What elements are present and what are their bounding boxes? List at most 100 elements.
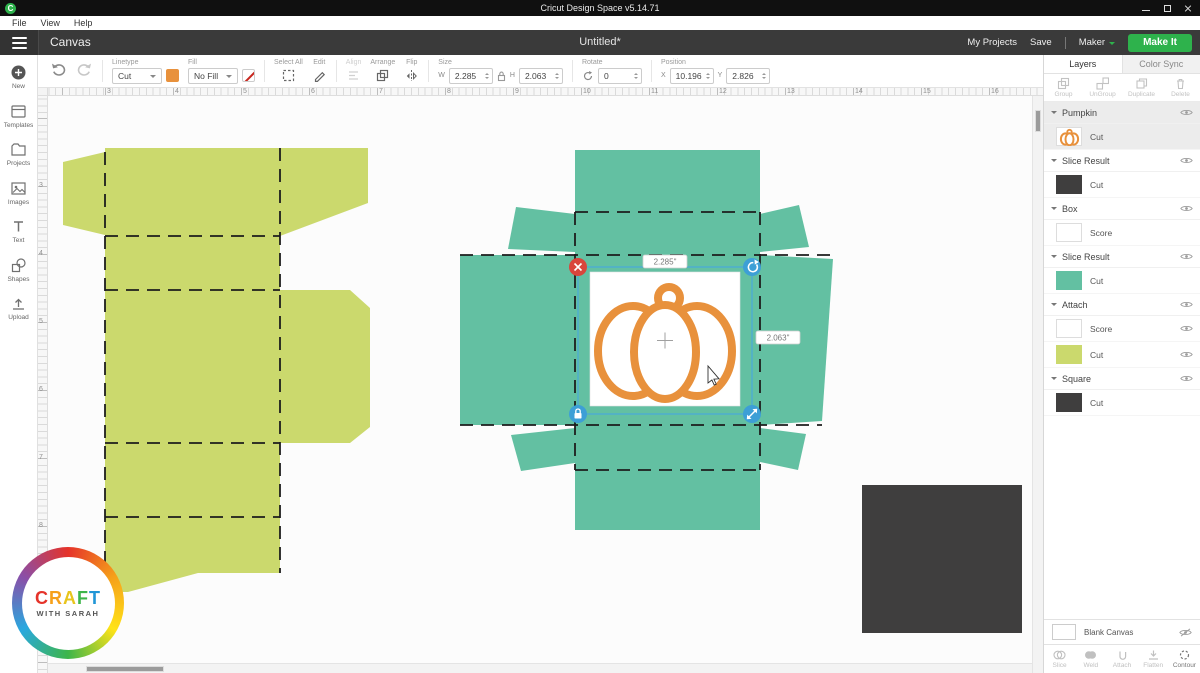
- attach-button[interactable]: Attach: [1106, 649, 1137, 669]
- select-all-button[interactable]: Select All: [274, 59, 303, 83]
- blank-canvas-row[interactable]: Blank Canvas: [1044, 619, 1200, 644]
- layer-group-name: Attach: [1062, 300, 1088, 310]
- ruler-number: 7: [379, 88, 383, 96]
- tab-layers[interactable]: Layers: [1044, 55, 1122, 73]
- contour-icon: [1177, 649, 1192, 661]
- sidebar-item-upload[interactable]: Upload: [8, 295, 29, 321]
- lock-handle[interactable]: [569, 405, 587, 423]
- duplicate-button[interactable]: Duplicate: [1122, 77, 1161, 98]
- sidebar-item-text[interactable]: Text: [10, 218, 27, 244]
- layer-group-square[interactable]: Square: [1044, 368, 1200, 390]
- tab-color-sync[interactable]: Color Sync: [1122, 55, 1200, 73]
- layer-row-square-cut[interactable]: Cut: [1044, 390, 1200, 416]
- project-title[interactable]: Untitled*: [579, 30, 621, 55]
- layer-group-slice-result-1[interactable]: Slice Result: [1044, 150, 1200, 172]
- layer-group-name: Square: [1062, 374, 1091, 384]
- flatten-button[interactable]: Flatten: [1138, 649, 1169, 669]
- flip-button[interactable]: Flip: [404, 59, 419, 83]
- eye-icon[interactable]: [1180, 300, 1193, 309]
- layer-row-slice2-cut[interactable]: Cut: [1044, 268, 1200, 294]
- weld-button[interactable]: Weld: [1075, 649, 1106, 669]
- window-title: Cricut Design Space v5.14.71: [0, 0, 1200, 16]
- dark-square-shape[interactable]: [862, 485, 1022, 633]
- position-x-stepper[interactable]: 10.196: [670, 68, 714, 84]
- my-projects-link[interactable]: My Projects: [967, 37, 1017, 48]
- eye-icon[interactable]: [1180, 374, 1193, 383]
- eye-icon[interactable]: [1180, 252, 1193, 261]
- position-label: Position: [661, 59, 770, 66]
- layer-row-attach-score[interactable]: Score: [1044, 316, 1200, 342]
- ungroup-icon: [1096, 77, 1109, 90]
- vertical-scrollbar[interactable]: [1032, 96, 1043, 673]
- redo-button[interactable]: [75, 61, 93, 81]
- minimize-icon[interactable]: [1142, 4, 1150, 12]
- menu-help[interactable]: Help: [67, 18, 100, 28]
- ruler-number: 6: [39, 386, 43, 393]
- arrange-button[interactable]: Arrange: [370, 59, 395, 83]
- sidebar-item-new[interactable]: New: [10, 64, 27, 90]
- ungroup-button[interactable]: UnGroup: [1083, 77, 1122, 98]
- linetype-dropdown[interactable]: Cut: [112, 68, 162, 84]
- close-icon[interactable]: [1184, 4, 1192, 12]
- make-it-button[interactable]: Make It: [1128, 34, 1192, 52]
- sidebar-item-projects[interactable]: Projects: [7, 141, 30, 167]
- no-fill-swatch[interactable]: [242, 69, 255, 82]
- x-label: X: [661, 72, 666, 79]
- eye-icon[interactable]: [1180, 350, 1193, 359]
- position-y-stepper[interactable]: 2.826: [726, 68, 770, 84]
- sidebar-item-shapes[interactable]: Shapes: [7, 257, 29, 283]
- rotate-handle[interactable]: [743, 258, 761, 276]
- eye-icon[interactable]: [1180, 156, 1193, 165]
- canvas-area[interactable]: 2.285" 2.063": [48, 96, 1043, 673]
- ruler-number: 15: [923, 88, 931, 96]
- blank-canvas-label: Blank Canvas: [1084, 628, 1133, 637]
- contour-button[interactable]: Contour: [1169, 649, 1200, 669]
- layer-row-pumpkin-cut[interactable]: Cut: [1044, 124, 1200, 150]
- layer-group-pumpkin[interactable]: Pumpkin: [1044, 102, 1200, 124]
- aspect-lock-icon[interactable]: [497, 70, 506, 82]
- linetype-color-swatch[interactable]: [166, 69, 179, 82]
- undo-button[interactable]: [50, 61, 68, 81]
- maximize-icon[interactable]: [1163, 4, 1171, 12]
- layer-group-box[interactable]: Box: [1044, 198, 1200, 220]
- hamburger-menu-icon[interactable]: [0, 30, 39, 55]
- eye-icon[interactable]: [1180, 204, 1193, 213]
- machine-selector[interactable]: Maker: [1079, 37, 1115, 48]
- olive-box-template[interactable]: [63, 148, 370, 592]
- menu-file[interactable]: File: [5, 18, 34, 28]
- horizontal-ruler: 3 4 5 6 7 8 9 10 11 12 13 14 15 16: [48, 88, 1043, 96]
- fill-dropdown[interactable]: No Fill: [188, 68, 238, 84]
- edit-button[interactable]: Edit: [312, 59, 327, 83]
- sidebar-item-images[interactable]: Images: [8, 180, 29, 206]
- eye-icon[interactable]: [1180, 324, 1193, 333]
- ruler-number: 14: [855, 88, 863, 96]
- height-stepper[interactable]: 2.063: [519, 68, 563, 84]
- menu-view[interactable]: View: [34, 18, 67, 28]
- width-stepper[interactable]: 2.285: [449, 68, 493, 84]
- slice-button[interactable]: Slice: [1044, 649, 1075, 669]
- eye-off-icon[interactable]: [1179, 628, 1192, 637]
- scrollbar-thumb[interactable]: [1035, 110, 1041, 132]
- delete-button[interactable]: Delete: [1161, 77, 1200, 98]
- rotate-stepper[interactable]: 0: [598, 68, 642, 84]
- layer-tools: Slice Weld Attach Flatten Contour: [1044, 644, 1200, 673]
- sidebar-item-templates[interactable]: Templates: [4, 103, 34, 129]
- group-button[interactable]: Group: [1044, 77, 1083, 98]
- projects-icon: [10, 141, 27, 158]
- layer-row-attach-cut[interactable]: Cut: [1044, 342, 1200, 368]
- delete-handle[interactable]: [569, 258, 587, 276]
- align-button[interactable]: Align: [346, 59, 362, 83]
- layer-group-slice-result-2[interactable]: Slice Result: [1044, 246, 1200, 268]
- toolbar-separator: [336, 60, 337, 82]
- layer-thumbnail-score: [1056, 319, 1082, 338]
- eye-icon[interactable]: [1180, 108, 1193, 117]
- layer-row-slice1-cut[interactable]: Cut: [1044, 172, 1200, 198]
- save-link[interactable]: Save: [1030, 37, 1052, 48]
- layer-row-box-score[interactable]: Score: [1044, 220, 1200, 246]
- linetype-value: Cut: [118, 71, 131, 81]
- horizontal-scrollbar[interactable]: [48, 663, 1032, 673]
- layer-group-attach[interactable]: Attach: [1044, 294, 1200, 316]
- resize-handle[interactable]: [743, 405, 761, 423]
- rotate-label: Rotate: [582, 59, 642, 66]
- scrollbar-thumb[interactable]: [86, 666, 164, 672]
